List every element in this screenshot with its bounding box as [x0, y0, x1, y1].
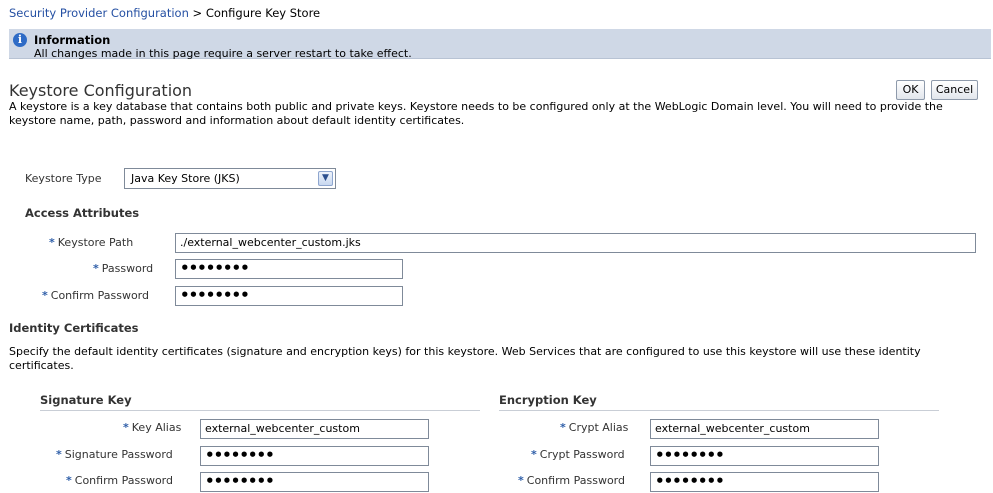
required-marker: * [531, 448, 537, 461]
crypt-alias-input[interactable]: external_webcenter_custom [650, 419, 879, 439]
keystore-type-value: Java Key Store (JKS) [131, 172, 240, 185]
password-label: * Password [93, 262, 154, 275]
keystore-type-label: Keystore Type [25, 172, 102, 185]
required-marker: * [42, 289, 48, 302]
key-alias-label: * Key Alias [123, 421, 182, 434]
keystore-path-input[interactable]: ./external_webcenter_custom.jks [175, 233, 976, 253]
page-description: A keystore is a key database that contai… [9, 100, 943, 127]
signature-confirm-password-field[interactable]: •••••••• [200, 472, 429, 492]
keystore-type-select[interactable]: Java Key Store (JKS) ▼ [124, 168, 336, 189]
crypt-confirm-password-label: * Confirm Password [518, 474, 625, 487]
info-message-box: i Information All changes made in this p… [9, 29, 991, 60]
encryption-key-divider [499, 410, 939, 411]
breadcrumb-link-security-provider[interactable]: Security Provider Configuration [9, 6, 189, 20]
breadcrumb-separator: > [192, 6, 203, 20]
page-title: Keystore Configuration [9, 81, 193, 100]
keystore-path-label: * Keystore Path [49, 236, 134, 249]
signature-key-divider [40, 410, 480, 411]
access-attributes-heading: Access Attributes [25, 206, 140, 220]
info-message: All changes made in this page require a … [34, 47, 412, 60]
signature-password-label: * Signature Password [56, 448, 173, 461]
required-marker: * [518, 474, 524, 487]
crypt-password-label: * Crypt Password [531, 448, 625, 461]
info-title: Information [34, 33, 111, 47]
crypt-alias-label: * Crypt Alias [560, 421, 629, 434]
required-marker: * [93, 262, 99, 275]
crypt-password-field[interactable]: •••••••• [650, 446, 879, 466]
identity-certificates-description: Specify the default identity certificate… [9, 345, 921, 372]
breadcrumb: Security Provider Configuration > Config… [9, 6, 320, 20]
key-alias-input[interactable]: external_webcenter_custom [200, 419, 429, 439]
signature-confirm-password-label: * Confirm Password [66, 474, 173, 487]
confirm-password-label: * Confirm Password [42, 289, 149, 302]
cancel-button[interactable]: Cancel [931, 80, 978, 100]
required-marker: * [56, 448, 62, 461]
required-marker: * [123, 421, 129, 434]
crypt-confirm-password-field[interactable]: •••••••• [650, 472, 879, 492]
identity-certificates-heading: Identity Certificates [9, 321, 139, 335]
breadcrumb-current: Configure Key Store [205, 6, 321, 20]
chevron-down-icon[interactable]: ▼ [318, 171, 333, 186]
info-icon: i [13, 33, 27, 47]
password-field[interactable]: •••••••• [175, 259, 403, 279]
required-marker: * [49, 236, 55, 249]
signature-password-field[interactable]: •••••••• [200, 446, 429, 466]
ok-button[interactable]: OK [896, 80, 925, 100]
signature-key-heading: Signature Key [40, 393, 132, 407]
required-marker: * [66, 474, 72, 487]
encryption-key-heading: Encryption Key [499, 393, 597, 407]
confirm-password-field[interactable]: •••••••• [175, 286, 403, 306]
required-marker: * [560, 421, 566, 434]
